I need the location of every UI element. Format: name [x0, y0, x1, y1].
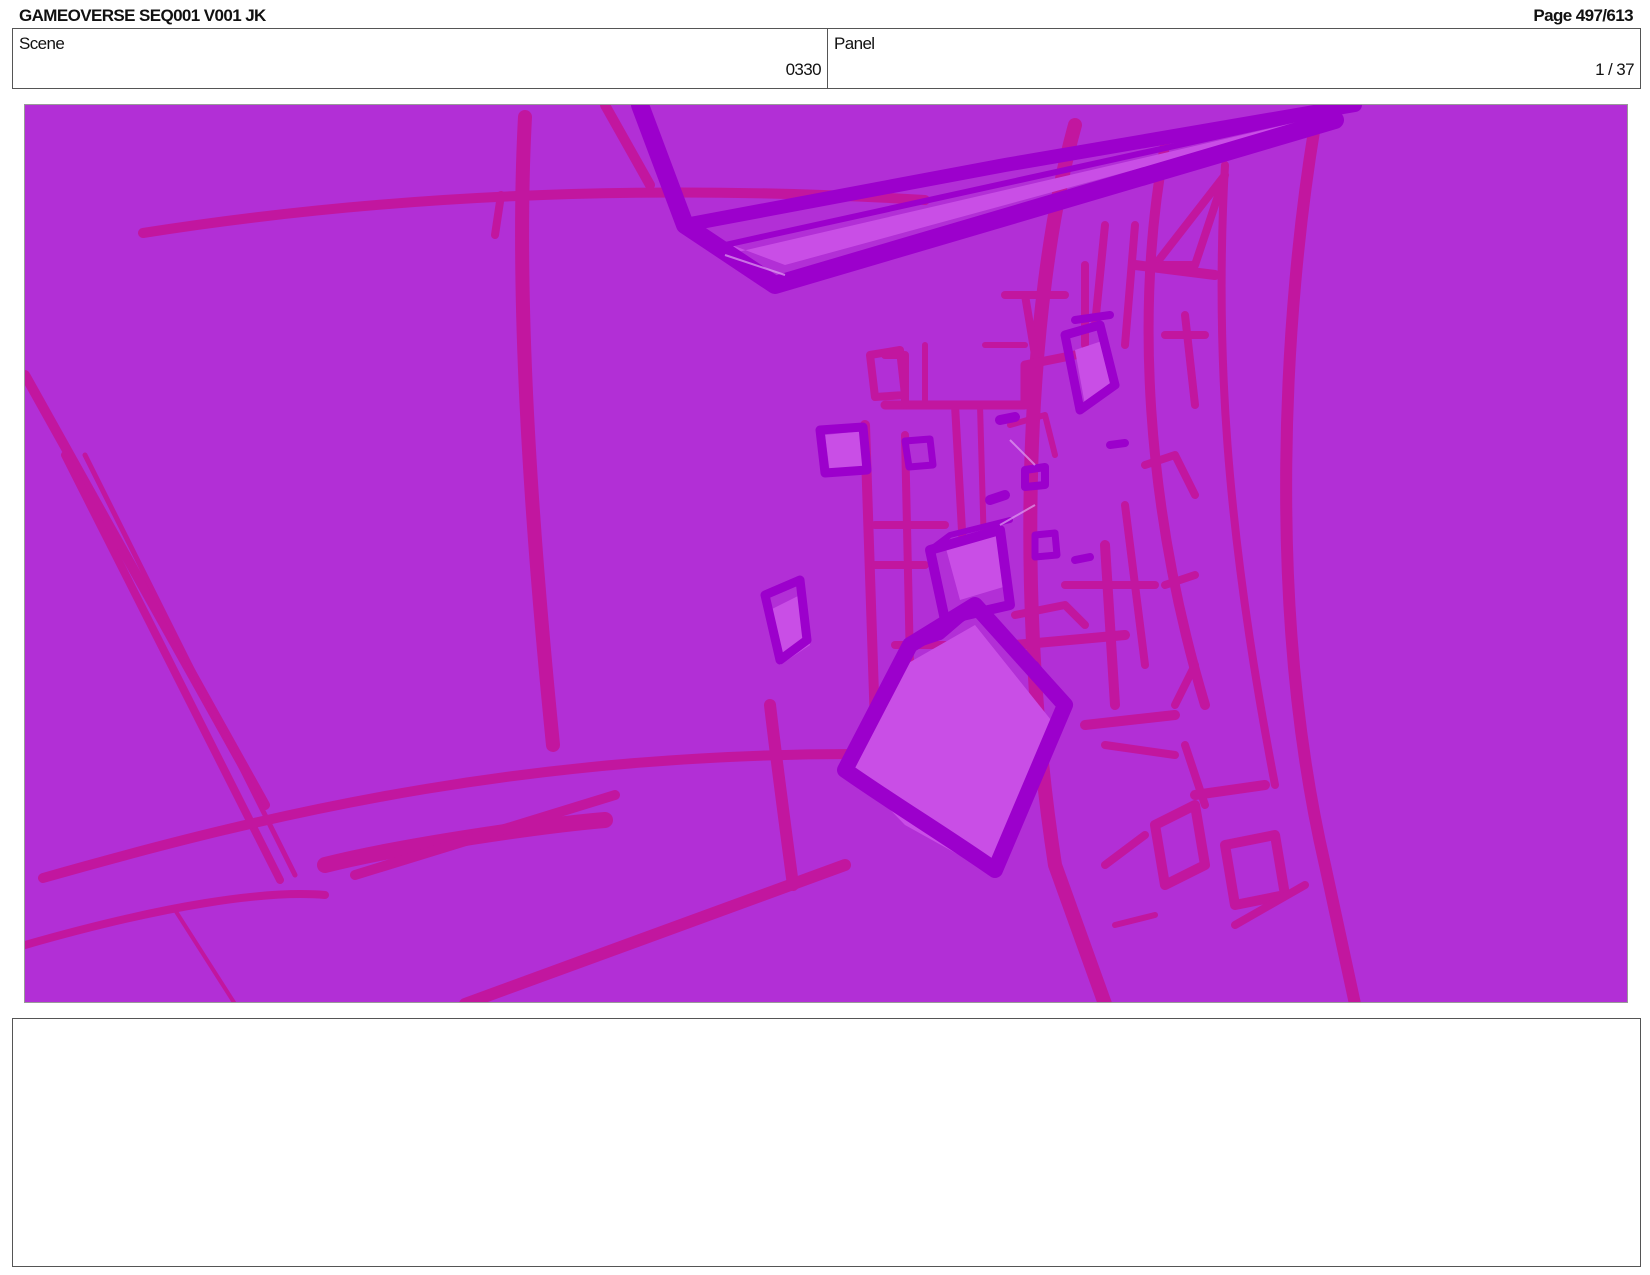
- panel-value: 1 / 37: [1595, 60, 1635, 79]
- scene-cell: Scene 0330: [13, 29, 828, 88]
- document-title: GAMEOVERSE SEQ001 V001 JK: [19, 6, 266, 25]
- scene-value: 0330: [785, 60, 822, 79]
- scene-panel-info-row: Scene 0330 Panel 1 / 37: [12, 28, 1641, 89]
- storyboard-panel-image: [24, 104, 1628, 1003]
- storyboard-sketch-drawing: [25, 105, 1627, 1002]
- panel-notes-box: [12, 1018, 1641, 1267]
- scene-label: Scene: [19, 34, 65, 53]
- page-number: Page 497/613: [1533, 6, 1633, 25]
- panel-label: Panel: [834, 34, 875, 53]
- panel-cell: Panel 1 / 37: [828, 29, 1640, 88]
